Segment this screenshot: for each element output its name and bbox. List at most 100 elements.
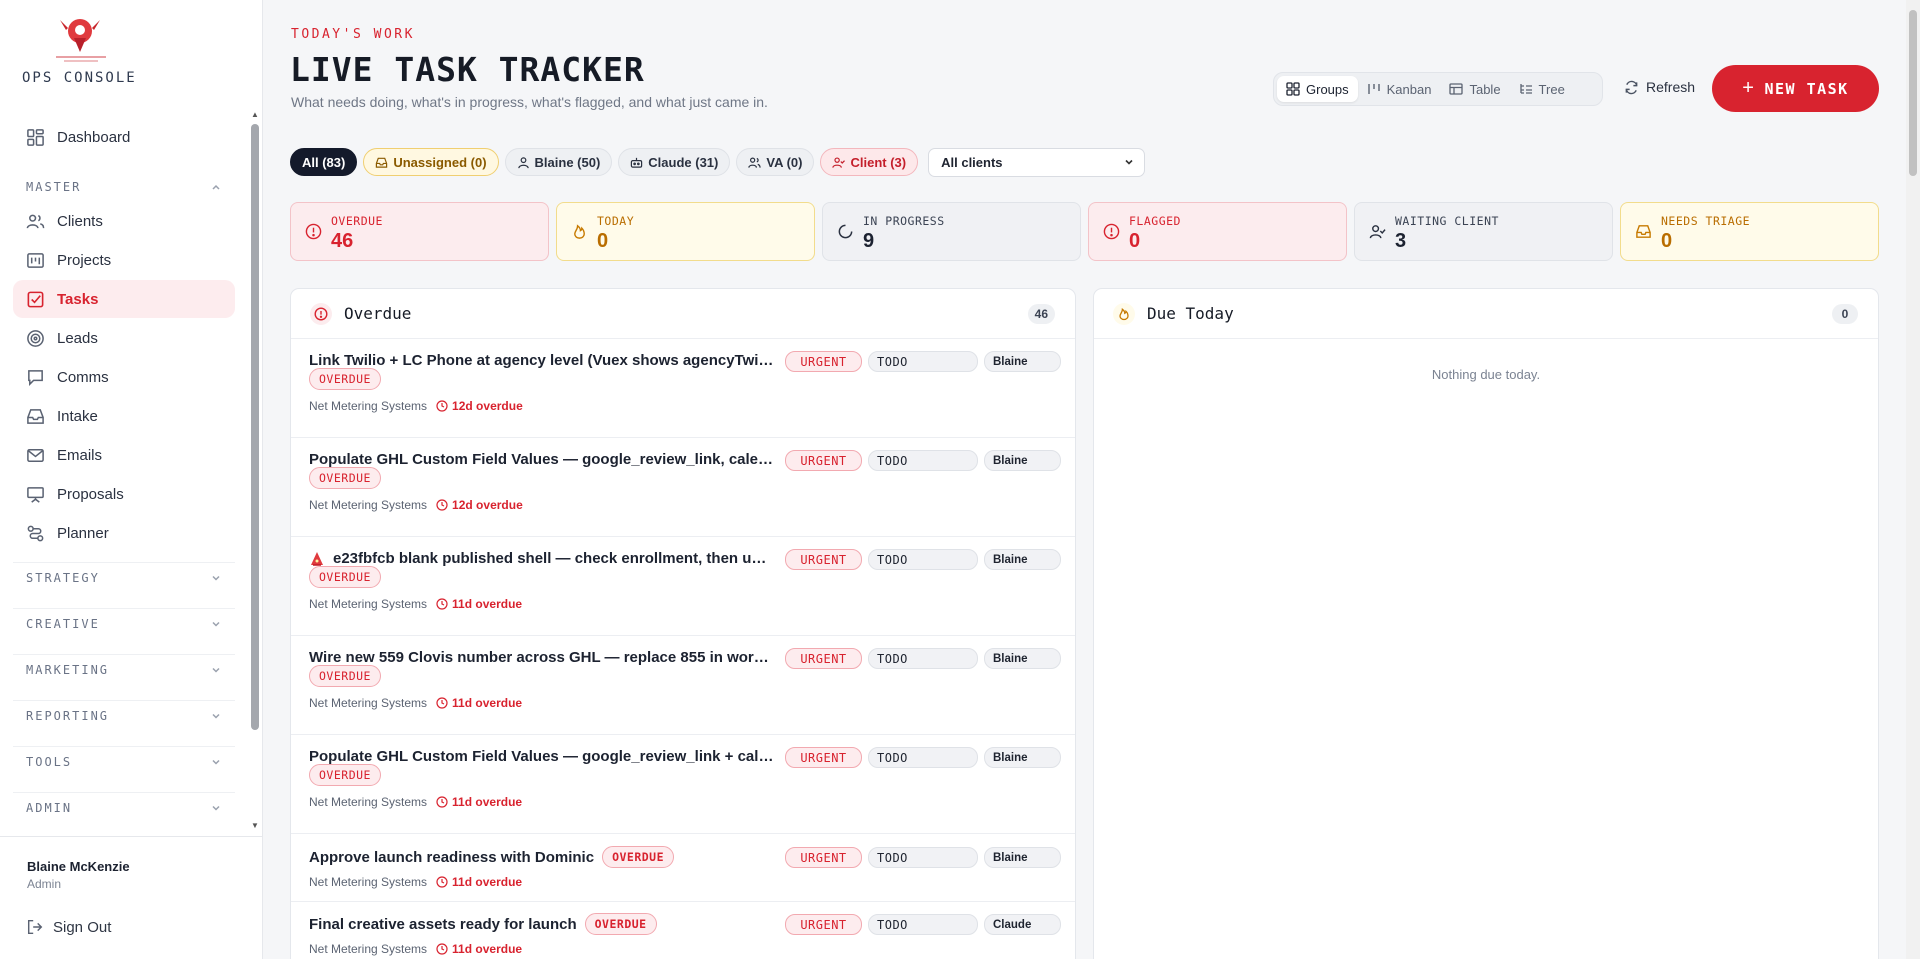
stat-card-waiting-client[interactable]: WAITING CLIENT 3: [1354, 202, 1613, 261]
owner-select[interactable]: Blaine: [984, 648, 1061, 669]
sign-out-button[interactable]: Sign Out: [26, 918, 111, 936]
filter-chip-claude[interactable]: Claude (31): [618, 148, 731, 176]
sidebar-item-dashboard[interactable]: Dashboard: [13, 118, 235, 156]
scroll-up-arrow[interactable]: ▲: [250, 110, 260, 120]
sidebar-item-planner[interactable]: Planner: [13, 514, 235, 552]
priority-pill[interactable]: URGENT: [785, 450, 862, 471]
stat-card-needs-triage[interactable]: NEEDS TRIAGE 0: [1620, 202, 1879, 261]
sidebar-item-label: Clients: [57, 212, 103, 230]
clock-icon: [436, 796, 448, 808]
stat-card-flagged[interactable]: FLAGGED 0: [1088, 202, 1347, 261]
overdue-panel: Overdue 46 Link Twilio + LC Phone at age…: [290, 288, 1076, 959]
tree-icon: [1519, 84, 1532, 94]
alert-flag-icon: [311, 551, 323, 566]
sidebar-item-leads[interactable]: Leads: [13, 319, 235, 357]
owner-select[interactable]: Blaine: [984, 450, 1061, 471]
task-title[interactable]: Populate GHL Custom Field Values — googl…: [309, 748, 775, 765]
status-select[interactable]: TODO: [868, 450, 978, 471]
status-select[interactable]: TODO: [868, 549, 978, 570]
filter-chip-va[interactable]: VA (0): [736, 148, 815, 176]
priority-pill[interactable]: URGENT: [785, 549, 862, 570]
priority-pill[interactable]: URGENT: [785, 847, 862, 868]
owner-select[interactable]: Blaine: [984, 351, 1061, 372]
section-admin[interactable]: ADMIN: [13, 792, 235, 822]
sidebar-item-comms[interactable]: Comms: [13, 358, 235, 396]
panel-count: 0: [1832, 304, 1858, 324]
filter-chip-client[interactable]: Client (3): [820, 148, 919, 176]
section-strategy[interactable]: STRATEGY: [13, 562, 235, 592]
task-title[interactable]: Wire new 559 Clovis number across GHL — …: [309, 649, 775, 666]
sidebar-item-emails[interactable]: Emails: [13, 436, 235, 474]
stat-label: IN PROGRESS: [863, 214, 945, 228]
chevron-down-icon: [212, 667, 220, 673]
overdue-badge: OVERDUE: [309, 665, 381, 687]
priority-pill[interactable]: URGENT: [785, 351, 862, 372]
client-select[interactable]: All clients: [928, 147, 1146, 177]
owner-select[interactable]: Blaine: [984, 747, 1061, 768]
stat-card-today[interactable]: TODAY 0: [556, 202, 815, 261]
stat-label: TODAY: [597, 214, 635, 228]
task-client: Net Metering Systems: [309, 498, 428, 512]
task-row[interactable]: Populate GHL Custom Field Values — googl…: [291, 735, 1075, 834]
overdue-badge: OVERDUE: [584, 913, 657, 935]
task-title[interactable]: e23fbfcb blank published shell — check e…: [309, 550, 775, 567]
task-title[interactable]: Link Twilio + LC Phone at agency level (…: [309, 352, 775, 369]
planner-icon: [27, 525, 44, 541]
view-table-button[interactable]: Table: [1440, 76, 1509, 102]
chat-icon: [28, 369, 43, 386]
new-task-button[interactable]: + NEW TASK: [1712, 65, 1879, 112]
status-select[interactable]: TODO: [868, 747, 978, 768]
page-eyebrow: TODAY'S WORK: [291, 27, 415, 42]
status-select[interactable]: TODO: [868, 847, 978, 868]
view-groups-button[interactable]: Groups: [1277, 76, 1358, 102]
refresh-button[interactable]: Refresh: [1624, 79, 1695, 95]
task-title[interactable]: Final creative assets ready for launch O…: [309, 913, 775, 935]
task-row[interactable]: Link Twilio + LC Phone at agency level (…: [291, 339, 1075, 438]
status-select[interactable]: TODO: [868, 914, 978, 935]
sidebar-scrollbar[interactable]: [251, 124, 259, 730]
priority-pill[interactable]: URGENT: [785, 648, 862, 669]
status-select[interactable]: TODO: [868, 648, 978, 669]
chip-label: VA (0): [766, 154, 803, 170]
chevron-down-icon: [1125, 159, 1133, 165]
task-row[interactable]: Populate GHL Custom Field Values — googl…: [291, 438, 1075, 537]
filter-chip-unassigned[interactable]: Unassigned (0): [363, 148, 499, 176]
stat-card-in-progress[interactable]: IN PROGRESS 9: [822, 202, 1081, 261]
flame-icon: [1113, 303, 1135, 325]
section-creative[interactable]: CREATIVE: [13, 608, 235, 638]
sidebar-item-clients[interactable]: Clients: [13, 202, 235, 240]
priority-pill[interactable]: URGENT: [785, 747, 862, 768]
task-due: 11d overdue: [436, 795, 522, 809]
sidebar-item-proposals[interactable]: Proposals: [13, 475, 235, 513]
task-title[interactable]: Approve launch readiness with Dominic OV…: [309, 846, 775, 868]
view-tree-button[interactable]: Tree: [1510, 76, 1574, 102]
task-row[interactable]: Wire new 559 Clovis number across GHL — …: [291, 636, 1075, 735]
sidebar-item-label: Comms: [57, 368, 109, 386]
logo[interactable]: OPS CONSOLE: [22, 14, 262, 94]
task-title[interactable]: Populate GHL Custom Field Values — googl…: [309, 451, 775, 468]
view-kanban-button[interactable]: Kanban: [1358, 76, 1441, 102]
stat-card-overdue[interactable]: OVERDUE 46: [290, 202, 549, 261]
sidebar-item-projects[interactable]: Projects: [13, 241, 235, 279]
section-reporting[interactable]: REPORTING: [13, 700, 235, 730]
task-row[interactable]: Approve launch readiness with Dominic OV…: [291, 834, 1075, 902]
section-marketing[interactable]: MARKETING: [13, 654, 235, 684]
filter-chip-blaine[interactable]: Blaine (50): [504, 148, 613, 176]
task-row[interactable]: Final creative assets ready for launch O…: [291, 902, 1075, 959]
inbox-icon: [376, 157, 388, 168]
priority-pill[interactable]: URGENT: [785, 914, 862, 935]
status-select[interactable]: TODO: [868, 351, 978, 372]
page-scrollbar[interactable]: [1909, 10, 1917, 176]
scroll-down-arrow[interactable]: ▼: [250, 821, 260, 831]
section-label: CREATIVE: [26, 616, 100, 631]
owner-select[interactable]: Claude: [984, 914, 1061, 935]
section-master[interactable]: MASTER: [13, 172, 235, 202]
owner-select[interactable]: Blaine: [984, 549, 1061, 570]
section-tools[interactable]: TOOLS: [13, 746, 235, 776]
sidebar-item-tasks[interactable]: Tasks: [13, 280, 235, 318]
alert-circle-icon: [310, 303, 332, 325]
owner-select[interactable]: Blaine: [984, 847, 1061, 868]
sidebar-item-intake[interactable]: Intake: [13, 397, 235, 435]
task-row[interactable]: e23fbfcb blank published shell — check e…: [291, 537, 1075, 636]
filter-chip-all[interactable]: All (83): [290, 148, 358, 176]
